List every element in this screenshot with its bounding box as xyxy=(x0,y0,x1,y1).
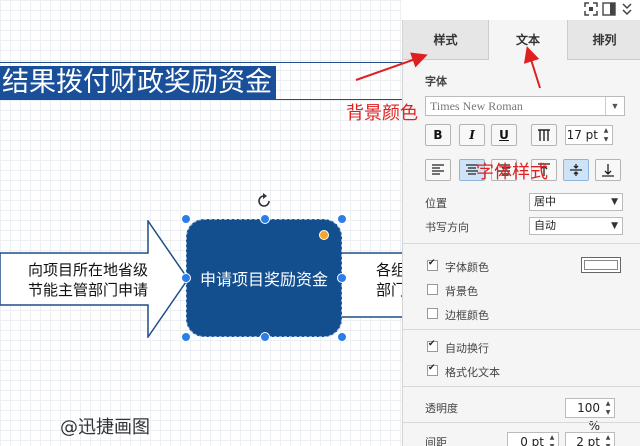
auto-wrap-label: 自动换行 xyxy=(445,342,489,355)
resize-handle-n[interactable] xyxy=(260,214,270,224)
formatted-text-checkbox[interactable] xyxy=(427,363,438,376)
vertical-text-icon xyxy=(538,129,550,141)
font-size-value: 17 pt xyxy=(566,128,598,142)
auto-wrap-checkbox[interactable] xyxy=(427,339,438,352)
chevron-down-icon: ▼ xyxy=(611,221,618,231)
resize-handle-ne[interactable] xyxy=(337,214,347,224)
resize-handle-w[interactable] xyxy=(181,273,191,283)
resize-handle-se[interactable] xyxy=(337,332,347,342)
opacity-label: 透明度 xyxy=(425,402,458,415)
align-middle-button[interactable] xyxy=(563,159,589,181)
process-shape-label: 申请项目奖励资金 xyxy=(199,270,328,289)
left-arrow-text: 向项目所在地省级 节能主管部门申请 xyxy=(8,260,168,300)
divider xyxy=(403,243,640,244)
border-color-label: 边框颜色 xyxy=(445,309,489,322)
right-arrow-line-2: 部门 xyxy=(376,281,402,299)
font-color-checkbox[interactable] xyxy=(427,258,438,271)
corner-radius-handle[interactable] xyxy=(319,230,329,240)
align-left-icon xyxy=(432,164,444,175)
spacing-stepper-icon[interactable]: ▲▼ xyxy=(546,433,558,446)
top-toolbar xyxy=(402,0,640,20)
right-arrow-line-1: 各组 xyxy=(376,261,402,279)
collapse-icon[interactable] xyxy=(620,2,634,16)
font-section-label: 字体 xyxy=(425,75,447,88)
spacing-value-1: 0 pt xyxy=(520,435,544,446)
tab-arrange[interactable]: 排列 xyxy=(567,20,640,60)
rotate-icon[interactable] xyxy=(255,192,273,210)
vertical-text-button[interactable] xyxy=(531,124,557,146)
chevron-down-icon: ▼ xyxy=(605,97,624,115)
font-size-stepper-icon[interactable]: ▲ ▼ xyxy=(600,126,612,144)
align-bottom-icon xyxy=(602,164,614,177)
tab-style[interactable]: 样式 xyxy=(403,20,489,60)
left-arrow-line-1: 向项目所在地省级 xyxy=(27,261,148,279)
annotation-font-style: 字体样式 xyxy=(476,162,548,183)
formatted-text-label: 格式化文本 xyxy=(445,366,500,379)
left-arrow-line-2: 节能主管部门申请 xyxy=(27,281,148,299)
font-family-value: Times New Roman xyxy=(430,99,523,113)
align-middle-icon xyxy=(570,164,582,176)
spacing-value-2: 2 pt xyxy=(576,435,600,446)
position-label: 位置 xyxy=(425,197,447,210)
underline-button-label: U xyxy=(499,128,509,142)
spacing-input-2[interactable]: 2 pt ▲▼ xyxy=(565,432,615,446)
chevron-down-icon: ▼ xyxy=(611,197,618,207)
annotation-background-color: 背景颜色 xyxy=(346,103,418,124)
divider xyxy=(403,329,640,330)
writing-direction-value: 自动 xyxy=(534,219,556,232)
align-bottom-button[interactable] xyxy=(595,159,621,181)
spacing-label: 间距 xyxy=(425,436,447,446)
fullscreen-icon[interactable] xyxy=(584,2,598,16)
font-color-swatch[interactable] xyxy=(581,257,621,273)
opacity-input[interactable]: 100 % ▲ ▼ xyxy=(565,398,615,433)
position-select[interactable]: 居中 ▼ xyxy=(529,193,623,211)
divider xyxy=(403,386,640,387)
background-label: 背景色 xyxy=(445,285,478,298)
bold-button-label: B xyxy=(433,128,443,142)
divider xyxy=(403,422,640,423)
format-panel: 样式 文本 排列 字体 Times New Roman ▼ B I U 17 p… xyxy=(402,20,640,446)
font-size-input[interactable]: 17 pt ▲ ▼ xyxy=(565,125,613,145)
right-arrow-text: 各组 部门 xyxy=(376,260,402,300)
title-text[interactable]: 结果拨付财政奖励资金 xyxy=(0,66,276,99)
underline-button[interactable]: U xyxy=(491,124,517,146)
tab-text[interactable]: 文本 xyxy=(489,20,567,60)
resize-handle-s[interactable] xyxy=(260,332,270,342)
align-left-button[interactable] xyxy=(425,159,451,181)
resize-handle-e[interactable] xyxy=(337,273,347,283)
background-checkbox[interactable] xyxy=(427,284,438,295)
writing-direction-select[interactable]: 自动 ▼ xyxy=(529,217,623,235)
italic-button[interactable]: I xyxy=(459,124,485,146)
font-color-label: 字体颜色 xyxy=(445,261,489,274)
opacity-value: 100 % xyxy=(577,401,600,433)
italic-button-label: I xyxy=(469,128,475,142)
diagram-canvas[interactable]: 结果拨付财政奖励资金 向项目所在地省级 节能主管部门申请 各组 部门 申请项目奖… xyxy=(0,0,402,446)
panel-tabs: 样式 文本 排列 xyxy=(403,20,640,60)
format-panel-icon[interactable] xyxy=(602,2,616,16)
font-family-select[interactable]: Times New Roman ▼ xyxy=(425,96,625,116)
border-color-checkbox[interactable] xyxy=(427,308,438,319)
resize-handle-sw[interactable] xyxy=(181,332,191,342)
watermark-text: @迅捷画图 xyxy=(60,417,150,438)
position-value: 居中 xyxy=(534,195,556,208)
resize-handle-nw[interactable] xyxy=(181,214,191,224)
spacing-stepper-icon[interactable]: ▲▼ xyxy=(602,433,614,446)
opacity-stepper-icon[interactable]: ▲ ▼ xyxy=(602,399,614,417)
spacing-input-1[interactable]: 0 pt ▲▼ xyxy=(507,432,559,446)
writing-direction-label: 书写方向 xyxy=(425,221,469,234)
bold-button[interactable]: B xyxy=(425,124,451,146)
